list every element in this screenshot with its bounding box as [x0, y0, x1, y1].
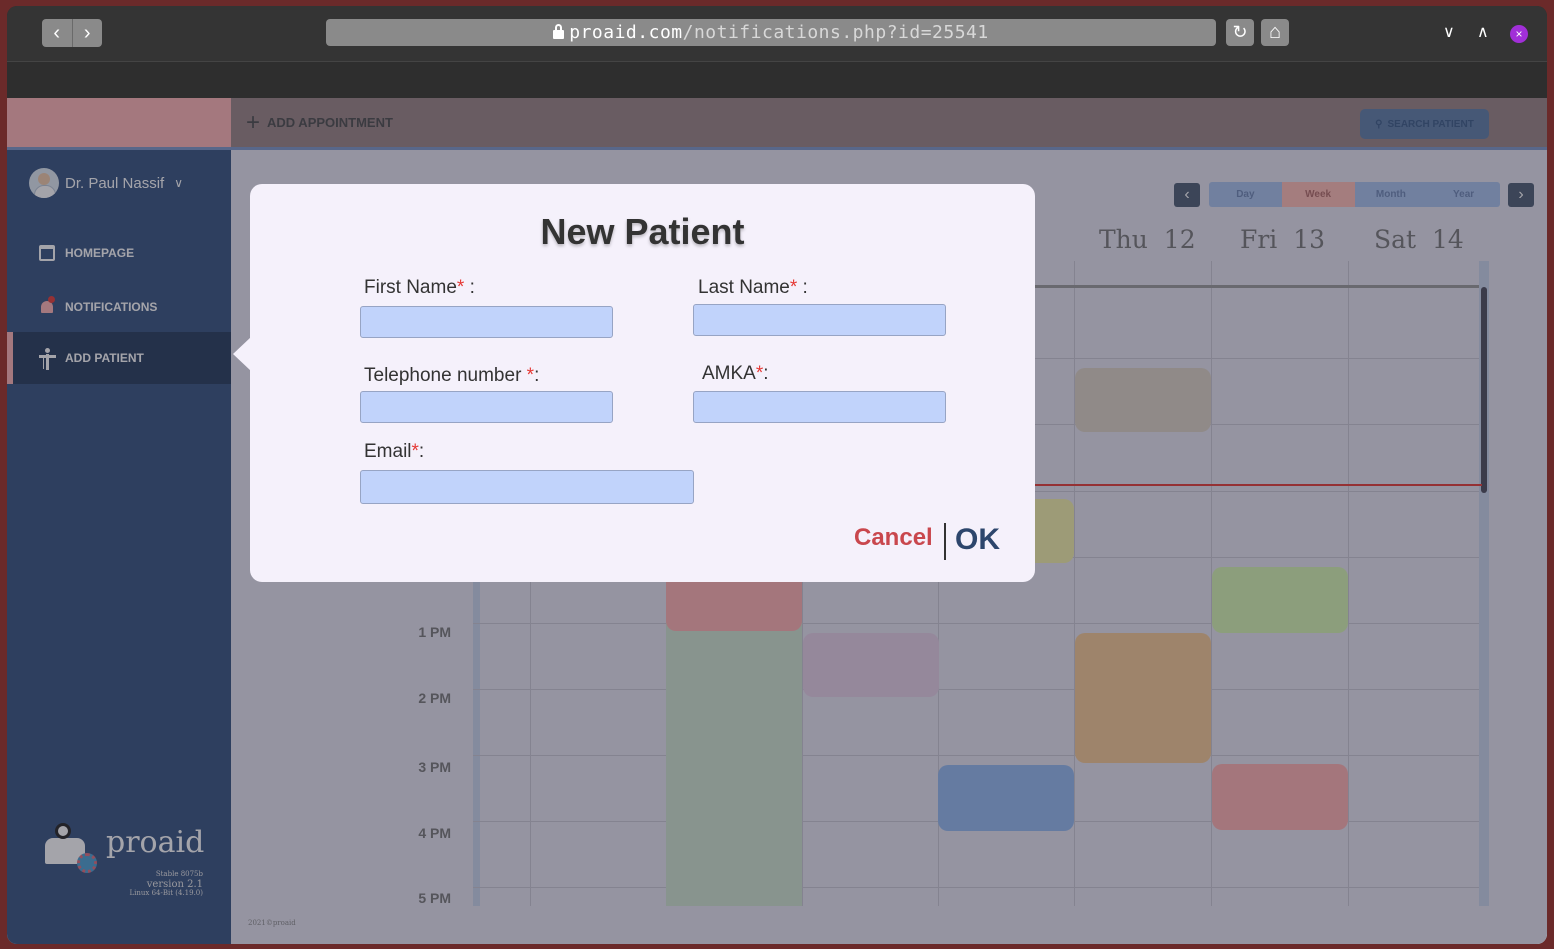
last-name-field[interactable]	[693, 304, 946, 336]
reload-button[interactable]: ↻	[1226, 19, 1254, 46]
cancel-button[interactable]: Cancel	[854, 524, 933, 552]
email-label: Email*:	[364, 441, 425, 462]
minimize-button[interactable]: ∨	[1443, 22, 1455, 42]
browser-window: ‹ › proaid.com /notifications.php?id=255…	[7, 6, 1547, 944]
amka-label: AMKA*:	[702, 363, 769, 384]
forward-button[interactable]: ›	[71, 19, 103, 47]
browser-toolbar: ‹ › proaid.com /notifications.php?id=255…	[7, 6, 1547, 61]
first-name-label: First Name* :	[364, 277, 475, 298]
home-button[interactable]: ⌂	[1261, 19, 1289, 46]
telephone-label: Telephone number *:	[364, 365, 540, 386]
ok-button[interactable]: OK	[955, 523, 1000, 557]
dialog-title: New Patient	[540, 211, 745, 252]
telephone-field[interactable]	[360, 391, 613, 423]
last-name-label: Last Name* :	[698, 277, 808, 298]
nav-buttons: ‹ ›	[42, 19, 102, 47]
url-path: /notifications.php?id=25541	[682, 22, 989, 43]
button-divider	[944, 523, 946, 560]
url-host: proaid.com	[569, 22, 683, 43]
email-field[interactable]	[360, 470, 694, 504]
url-bar[interactable]: proaid.com /notifications.php?id=25541	[326, 19, 1216, 46]
modal-pointer	[233, 337, 251, 371]
new-patient-dialog: New Patient First Name* : Last Name* : T…	[250, 184, 1035, 582]
back-button[interactable]: ‹	[42, 19, 72, 47]
maximize-button[interactable]: ∧	[1477, 22, 1489, 42]
close-window-button[interactable]: ×	[1510, 25, 1528, 43]
browser-bookmark-bar	[7, 61, 1547, 98]
lock-icon	[553, 24, 565, 39]
first-name-field[interactable]	[360, 306, 613, 338]
amka-field[interactable]	[693, 391, 946, 423]
